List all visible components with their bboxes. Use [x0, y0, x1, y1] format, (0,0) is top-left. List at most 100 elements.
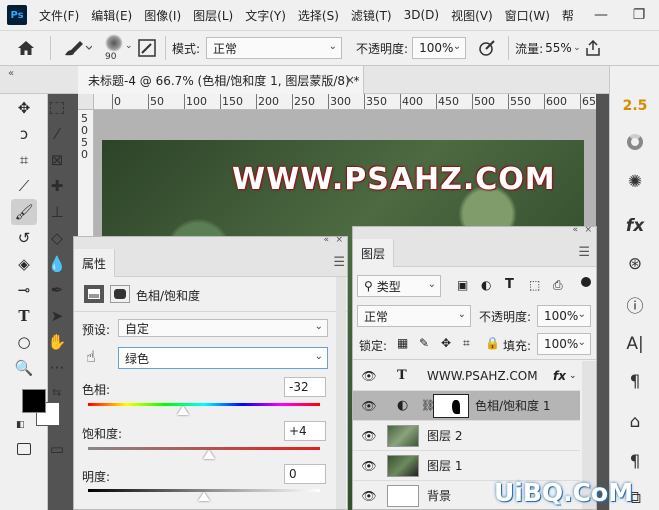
character-icon[interactable]: A| — [610, 330, 659, 358]
mode-dropdown[interactable]: 正常 ⌄ — [206, 37, 343, 59]
visibility-eye-icon[interactable]: 👁 — [361, 429, 377, 443]
chevron-down-icon[interactable]: ⌄ — [569, 371, 577, 381]
brush-preset-picker[interactable] — [57, 33, 97, 63]
ellipse-tool[interactable]: ○ — [13, 331, 35, 353]
visibility-eye-icon[interactable]: 👁 — [361, 399, 377, 413]
pressure-opacity-button[interactable] — [472, 36, 502, 60]
menu-window[interactable]: 窗口(W) — [499, 7, 556, 24]
paint-bucket-tool[interactable]: ◈ — [13, 253, 35, 275]
plugin-button[interactable]: 2.5 — [610, 92, 659, 120]
visibility-eye-icon[interactable]: 👁 — [361, 489, 377, 503]
frame-tool[interactable]: ⊠ — [46, 149, 68, 171]
lock-position-icon[interactable]: ✥ — [441, 336, 451, 350]
dodge-tool[interactable]: ⊸ — [13, 279, 35, 301]
home-button[interactable] — [8, 33, 44, 63]
foreground-color-swatch[interactable] — [22, 389, 46, 413]
quick-mask-button[interactable] — [13, 438, 35, 460]
marquee-tool[interactable] — [46, 97, 68, 119]
layer-row-layer2[interactable]: 👁 图层 2 — [353, 421, 580, 451]
eyedropper-tool[interactable]: ⟋ — [13, 175, 35, 197]
lightness-slider-thumb[interactable] — [198, 492, 210, 501]
lock-transparent-icon[interactable]: ▦ — [397, 336, 408, 350]
opacity-field[interactable]: 100% ⌄ — [412, 37, 467, 59]
visibility-eye-icon[interactable]: 👁 — [361, 459, 377, 473]
menu-type[interactable]: 文字(Y) — [239, 7, 292, 24]
move-tool[interactable]: ✥ — [13, 97, 35, 119]
menu-3d[interactable]: 3D(D) — [398, 8, 445, 22]
collapse-panel-icon[interactable]: « — [323, 235, 329, 245]
fill-field[interactable]: 100% ⌄ — [537, 333, 591, 355]
close-icon[interactable]: × — [584, 225, 592, 235]
lock-artboard-icon[interactable]: ⌗ — [463, 336, 470, 351]
menu-help[interactable]: 帮 — [556, 7, 580, 24]
menu-select[interactable]: 选择(S) — [292, 7, 345, 24]
layer-row-hue-saturation[interactable]: 👁 ◐ ⛓ 色相/饱和度 1 — [353, 391, 580, 421]
lock-image-icon[interactable]: ✎ — [419, 336, 429, 350]
screen-mode-button[interactable]: ▭ — [46, 438, 68, 460]
mask-button[interactable] — [110, 285, 130, 303]
filter-shape-icon[interactable]: ⬚ — [529, 278, 540, 292]
paragraph-icon[interactable]: ¶ — [610, 368, 659, 396]
default-colors-icon[interactable]: ◧ — [16, 420, 25, 430]
layer-row-layer1[interactable]: 👁 图层 1 — [353, 451, 580, 481]
hue-input[interactable]: -32 — [284, 377, 326, 397]
properties-scrollbar[interactable] — [336, 277, 346, 509]
close-icon[interactable]: × — [345, 73, 355, 87]
magic-wand-tool[interactable]: ⁄ — [46, 123, 68, 145]
swirl-icon[interactable] — [610, 128, 659, 156]
channel-dropdown[interactable]: 绿色 ⌄ — [118, 347, 328, 369]
blend-mode-dropdown[interactable]: 正常 ⌄ — [357, 305, 471, 327]
brush-size-picker[interactable]: 90 ⌄ — [97, 31, 135, 65]
minimize-button[interactable]: — — [586, 0, 616, 30]
ruler-origin[interactable] — [78, 94, 94, 110]
fx-icon[interactable]: fx — [610, 212, 659, 240]
saturation-input[interactable]: +4 — [284, 421, 326, 441]
channels-icon[interactable]: ⊛ — [610, 250, 659, 278]
preset-dropdown[interactable]: 自定 ⌄ — [118, 319, 328, 337]
stamp-tool[interactable]: ⊥ — [46, 201, 68, 223]
path-selection-tool[interactable]: ➤ — [46, 305, 68, 327]
lightness-input[interactable]: 0 — [284, 464, 326, 484]
glyphs-icon[interactable]: ⌂ — [610, 408, 659, 436]
more-tools-button[interactable]: ··· — [46, 357, 68, 379]
layer-row-text[interactable]: 👁 T WWW.PSAHZ.COM fx ⌄ — [353, 361, 580, 391]
pen-tool[interactable]: ✒ — [46, 279, 68, 301]
panel-menu-icon[interactable]: ☰ — [333, 255, 345, 270]
saturation-slider-thumb[interactable] — [202, 450, 215, 459]
brush-settings-button[interactable] — [135, 36, 159, 60]
lasso-tool[interactable]: ↄ — [13, 123, 35, 145]
collapse-toolbar-icon[interactable]: « — [8, 68, 14, 79]
blur-tool[interactable]: 💧 — [46, 253, 68, 275]
tab-properties[interactable]: 属性 — [74, 249, 116, 277]
menu-filter[interactable]: 滤镜(T) — [345, 7, 398, 24]
filter-type-icon[interactable]: T — [505, 277, 514, 292]
menu-view[interactable]: 视图(V) — [445, 7, 499, 24]
menu-file[interactable]: 文件(F) — [33, 7, 85, 24]
layer-opacity-field[interactable]: 100% ⌄ — [537, 305, 591, 327]
menu-edit[interactable]: 编辑(E) — [85, 7, 138, 24]
visibility-eye-icon[interactable]: 👁 — [361, 369, 377, 383]
menu-image[interactable]: 图像(I) — [138, 7, 187, 24]
type-tool[interactable]: T — [13, 305, 35, 327]
targeted-adjustment-tool[interactable]: ☝ — [86, 347, 96, 366]
filter-pixel-icon[interactable]: ▣ — [457, 278, 468, 292]
layer-fx-icon[interactable]: fx — [553, 369, 566, 383]
share-button[interactable] — [583, 36, 603, 60]
collapse-panel-icon[interactable]: « — [572, 225, 578, 235]
tab-layers[interactable]: 图层 — [353, 239, 395, 267]
panel-menu-icon[interactable]: ☰ — [578, 245, 590, 260]
brush-tool[interactable]: 🖌 — [11, 199, 37, 225]
close-icon[interactable]: × — [335, 235, 343, 245]
hue-slider-track[interactable] — [88, 403, 320, 406]
filter-toggle-icon[interactable] — [581, 277, 591, 287]
layer-mask-thumbnail[interactable] — [433, 393, 469, 418]
starburst-icon[interactable]: ✺ — [610, 168, 659, 196]
menu-layer[interactable]: 图层(L) — [187, 7, 239, 24]
swap-colors-icon[interactable]: ⇆ — [52, 386, 61, 399]
history-brush-tool[interactable]: ↺ — [13, 227, 35, 249]
lock-all-icon[interactable]: 🔒 — [485, 336, 500, 350]
filter-adjustment-icon[interactable]: ◐ — [481, 278, 491, 292]
restore-button[interactable]: ❐ — [624, 0, 654, 30]
layer-filter-dropdown[interactable]: ⚲ 类型 ⌄ — [357, 275, 441, 297]
document-tab[interactable]: 未标题-4 @ 66.7% (色相/饱和度 1, 图层蒙版/8) * × — [78, 66, 364, 94]
